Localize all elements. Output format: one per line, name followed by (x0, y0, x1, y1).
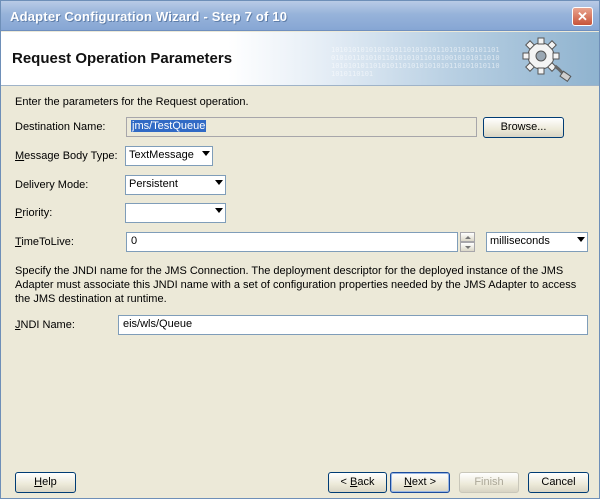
time-to-live-label: TimeToLive: (15, 236, 74, 248)
priority-label: Priority: (15, 207, 52, 219)
help-button-label: elp (42, 476, 57, 488)
delivery-mode-value: Persistent (129, 178, 178, 190)
instructions-text: Enter the parameters for the Request ope… (15, 96, 249, 108)
priority-label-text: riority: (22, 207, 53, 219)
message-body-type-label: Message Body Type: (15, 150, 118, 162)
destination-name-field[interactable]: jms/TestQueue (126, 117, 477, 137)
message-body-type-select[interactable]: TextMessage (125, 146, 213, 166)
time-to-live-spinner[interactable] (460, 232, 475, 252)
browse-button[interactable]: Browse... (483, 117, 564, 138)
destination-name-value: jms/TestQueue (131, 120, 207, 132)
back-button-prefix: < (340, 476, 350, 488)
close-icon: ✕ (577, 9, 588, 24)
jndi-info-text: Specify the JNDI name for the JMS Connec… (15, 265, 577, 305)
help-button[interactable]: Help (15, 472, 76, 493)
spinner-up-icon[interactable] (460, 232, 475, 242)
jndi-name-input[interactable]: eis/wls/Queue (118, 315, 588, 335)
wizard-window: Adapter Configuration Wizard - Step 7 of… (0, 0, 600, 499)
close-button[interactable]: ✕ (572, 7, 593, 26)
chevron-down-icon (215, 180, 223, 185)
destination-name-label: Destination Name: (15, 121, 106, 133)
chevron-down-icon (202, 151, 210, 156)
window-title: Adapter Configuration Wizard - Step 7 of… (10, 9, 288, 24)
message-body-type-value: TextMessage (129, 149, 194, 161)
time-unit-value: milliseconds (490, 235, 550, 247)
title-bar[interactable]: Adapter Configuration Wizard - Step 7 of… (1, 1, 599, 31)
time-unit-select[interactable]: milliseconds (486, 232, 588, 252)
next-button[interactable]: Next > (390, 472, 450, 493)
binary-pattern-decoration: 1010101010101010110101010110101010101101… (331, 46, 500, 78)
message-body-type-label-text: essage Body Type: (24, 150, 118, 162)
gear-plug-icon (522, 37, 572, 82)
priority-select[interactable] (125, 203, 226, 223)
time-to-live-label-text: imeToLive: (21, 236, 74, 248)
form-area: Enter the parameters for the Request ope… (1, 87, 599, 467)
finish-button[interactable]: Finish (459, 472, 519, 493)
cancel-button[interactable]: Cancel (528, 472, 589, 493)
back-button-label: ack (357, 476, 375, 488)
delivery-mode-label: Delivery Mode: (15, 179, 89, 191)
chevron-down-icon (577, 237, 585, 242)
wizard-footer: Help < Back Next > Finish Cancel (1, 468, 599, 498)
jndi-name-label: JNDI Name: (15, 319, 75, 331)
mnemonic-h: H (34, 476, 43, 488)
spinner-down-icon[interactable] (460, 242, 475, 252)
delivery-mode-select[interactable]: Persistent (125, 175, 226, 195)
chevron-down-icon (215, 208, 223, 213)
page-title: Request Operation Parameters (12, 50, 233, 67)
mnemonic-m: M (15, 150, 25, 162)
mnemonic-n: N (403, 476, 412, 488)
wizard-banner: Request Operation Parameters 10101010101… (1, 32, 599, 86)
back-button[interactable]: < Back (328, 472, 387, 493)
time-to-live-input[interactable]: 0 (126, 232, 458, 252)
jndi-name-label-text: NDI Name: (20, 319, 75, 331)
next-button-label: ext > (411, 476, 437, 488)
